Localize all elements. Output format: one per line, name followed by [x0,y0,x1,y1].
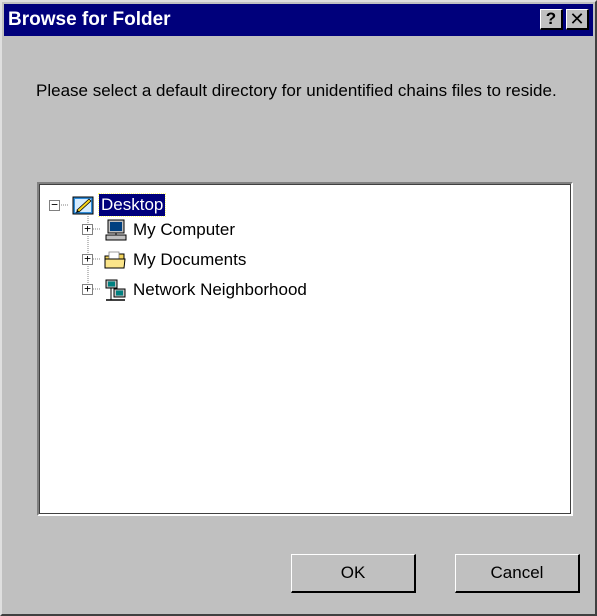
tree-label-network-neighborhood: Network Neighborhood [133,280,307,299]
desktop-icon [72,196,94,215]
title-bar[interactable]: Browse for Folder ? ✕ [4,4,593,36]
expand-toggle[interactable]: + [82,223,93,235]
folder-tree[interactable]: − Desktop + My Computer + My Documents +… [37,182,573,516]
cancel-button[interactable]: Cancel [455,554,580,593]
folder-icon [104,251,126,269]
browse-for-folder-dialog: Browse for Folder ? ✕ Please select a de… [0,0,597,616]
tree-label-desktop: Desktop [97,193,167,217]
network-icon [105,279,126,301]
expand-toggle[interactable]: + [82,283,93,295]
help-button[interactable]: ? [540,9,563,30]
close-button[interactable]: ✕ [566,9,589,30]
tree-label-my-computer: My Computer [133,220,236,239]
expand-toggle[interactable]: + [82,253,93,265]
ok-button[interactable]: OK [291,554,416,593]
instruction-text: Please select a default directory for un… [36,81,557,100]
tree-label-my-documents: My Documents [133,250,247,269]
computer-icon [105,219,127,241]
collapse-toggle[interactable]: − [49,199,60,211]
dialog-title: Browse for Folder [8,9,171,30]
